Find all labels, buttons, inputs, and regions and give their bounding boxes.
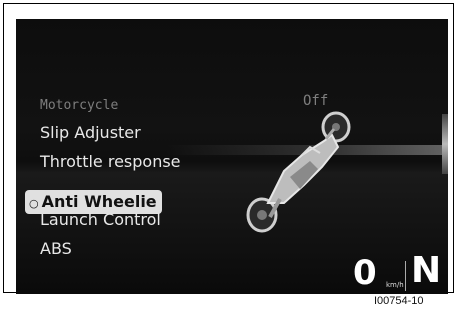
- speed-readout: 0: [353, 253, 377, 293]
- motorcycle-wheelie-icon: [246, 111, 351, 233]
- menu-item-launch-control[interactable]: Launch Control: [40, 209, 161, 231]
- menu-header-label: Motorcycle: [40, 98, 119, 113]
- menu-item-throttle-response[interactable]: Throttle response: [40, 151, 181, 173]
- gear-indicator: N: [411, 250, 442, 291]
- speed-unit: km/h: [386, 281, 404, 289]
- figure-reference: I00754-10: [374, 295, 424, 307]
- menu-item-abs[interactable]: ABS: [40, 238, 72, 260]
- edge-highlight: [442, 114, 448, 174]
- pointer-icon: ○: [29, 197, 39, 210]
- menu-item-slip-adjuster[interactable]: Slip Adjuster: [40, 122, 141, 144]
- dashboard-screen: Motorcycle Off Slip Adjuster Throttle re…: [16, 19, 448, 294]
- status-divider: [405, 261, 406, 291]
